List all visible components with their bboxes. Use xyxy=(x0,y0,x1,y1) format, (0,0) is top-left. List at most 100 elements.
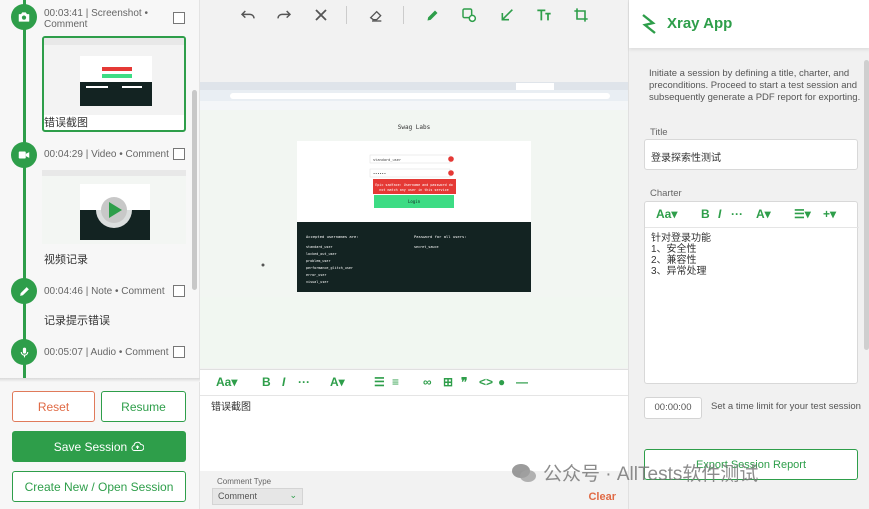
timeline-scrollbar[interactable] xyxy=(192,90,197,290)
wechat-icon xyxy=(511,462,537,484)
list-icon[interactable]: ☰▾ xyxy=(794,207,811,221)
screenshot-image: Swag Labs standard_user •••••• Epic sadface… xyxy=(200,82,628,297)
screenshot-password: •••••• xyxy=(373,172,386,176)
italic-icon[interactable]: I xyxy=(282,375,285,389)
screenshot-password-title: Password for all users: xyxy=(414,234,467,239)
screenshot-username-item: visual_user xyxy=(306,280,328,284)
screenshot-password-value: secret_sauce xyxy=(414,245,439,249)
camera-icon xyxy=(11,4,37,30)
screenshot-error: Epic sadface: Username and password do xyxy=(375,183,453,187)
title-input[interactable]: 登录探索性测试 xyxy=(644,139,858,170)
save-session-label: Save Session xyxy=(53,439,128,454)
numbered-list-icon[interactable]: ≡ xyxy=(392,375,399,389)
bold-icon[interactable]: B xyxy=(262,375,271,389)
charter-line: 3、异常处理 xyxy=(651,266,707,277)
video-thumbnail[interactable] xyxy=(42,170,186,244)
comment-editor-toolbar: Aa▾ B I ··· A▾ ☰ ≡ ∞ ⊞ ❞ <> ● — xyxy=(200,370,628,396)
title-label: Title xyxy=(650,127,668,138)
timeline-item-label: 视频记录 xyxy=(44,254,88,266)
timeline-item-checkbox[interactable] xyxy=(173,285,185,297)
screenshot-error: not match any user in this service xyxy=(379,188,448,192)
comment-type-select[interactable]: Comment ⌄ xyxy=(212,488,303,505)
session-description: Initiate a session by defining a title, … xyxy=(649,68,861,103)
screenshot-username: standard_user xyxy=(373,158,402,162)
bullet-list-icon[interactable]: ☰ xyxy=(374,375,385,389)
close-icon[interactable] xyxy=(311,5,331,25)
insert-icon[interactable]: +▾ xyxy=(823,207,836,221)
charter-line: 2、兼容性 xyxy=(651,255,697,266)
italic-icon[interactable]: I xyxy=(718,207,721,221)
timeline-item-label: 记录提示错误 xyxy=(44,315,110,327)
arrow-icon[interactable] xyxy=(497,5,517,25)
screenshot-username-item: problem_user xyxy=(306,259,331,263)
pencil-icon xyxy=(11,278,37,304)
charter-line: 针对登录功能 xyxy=(651,233,711,244)
screenshot-username-item: locked_out_user xyxy=(306,252,337,256)
toolbar-divider xyxy=(403,6,404,24)
eraser-icon[interactable] xyxy=(366,5,386,25)
app-title: Xray App xyxy=(667,15,733,32)
open-session-button[interactable]: Create New / Open Session xyxy=(12,471,186,502)
charter-toolbar: Aa▾ B I ··· A▾ ☰▾ +▾ xyxy=(645,202,859,228)
screenshot-login: Login xyxy=(408,199,421,204)
table-icon[interactable]: ⊞ xyxy=(443,375,453,389)
chevron-down-icon: ⌄ xyxy=(289,490,297,500)
xray-app-panel: Xray App Initiate a session by defining … xyxy=(628,0,869,509)
timeline-item-checkbox[interactable] xyxy=(173,346,185,358)
watermark-text: 公众号 · AllTests软件测试 xyxy=(543,464,759,485)
toolbar-divider xyxy=(346,6,347,24)
screenshot-username-item: error_user xyxy=(306,273,326,277)
annotation-workspace: Swag Labs standard_user •••••• Epic sadface… xyxy=(200,0,628,509)
save-session-button[interactable]: Save Session xyxy=(12,431,186,462)
undo-icon[interactable] xyxy=(238,5,258,25)
time-limit-input[interactable]: 00:00:00 xyxy=(644,397,702,419)
annotation-toolbar xyxy=(200,0,628,30)
timeline-item-label: 错误截图 xyxy=(44,117,88,129)
shape-icon[interactable] xyxy=(459,5,479,25)
panel-scrollbar[interactable] xyxy=(864,60,869,350)
pen-icon[interactable] xyxy=(422,5,442,25)
code-icon[interactable]: <> xyxy=(479,375,493,389)
font-color-icon[interactable]: A▾ xyxy=(756,207,771,221)
bold-icon[interactable]: B xyxy=(701,207,710,221)
font-size-icon[interactable]: Aa▾ xyxy=(656,207,677,221)
more-icon[interactable]: ··· xyxy=(298,375,310,389)
crop-icon[interactable] xyxy=(571,5,591,25)
timeline-item-meta: 00:05:07 | Audio • Comment xyxy=(44,347,169,358)
app-header: Xray App xyxy=(629,0,869,48)
clear-button[interactable]: Clear xyxy=(588,491,616,503)
divider xyxy=(0,378,200,382)
info-icon[interactable]: ● xyxy=(498,375,505,389)
time-limit-hint: Set a time limit for your test session xyxy=(711,401,861,412)
reset-button[interactable]: Reset xyxy=(12,391,95,422)
comment-type-value: Comment xyxy=(218,491,258,501)
quote-icon[interactable]: ❞ xyxy=(461,375,467,389)
comment-type-label: Comment Type xyxy=(217,477,272,486)
timeline-item-meta: 00:04:29 | Video • Comment xyxy=(44,149,169,160)
screenshot-accepted-title: Accepted usernames are: xyxy=(306,234,359,239)
cloud-upload-icon xyxy=(131,441,145,452)
app-root: 00:03:41 | Screenshot • Comment 错误截图 00:… xyxy=(0,0,869,509)
text-icon[interactable] xyxy=(534,5,554,25)
timeline-item-checkbox[interactable] xyxy=(173,12,185,24)
timeline-item-meta-2: Comment xyxy=(44,19,88,30)
resume-button[interactable]: Resume xyxy=(101,391,186,422)
xray-logo-icon xyxy=(642,14,656,34)
mic-icon xyxy=(11,339,37,365)
timeline-line xyxy=(23,0,26,378)
link-icon[interactable]: ∞ xyxy=(423,375,432,389)
comment-text[interactable]: 错误截图 xyxy=(211,398,251,413)
font-size-icon[interactable]: Aa▾ xyxy=(216,375,237,389)
timeline: 00:03:41 | Screenshot • Comment 错误截图 00:… xyxy=(0,0,200,378)
divider-icon[interactable]: — xyxy=(516,375,528,389)
screenshot-username-item: performance_glitch_user xyxy=(306,266,353,270)
session-timeline-panel: 00:03:41 | Screenshot • Comment 错误截图 00:… xyxy=(0,0,200,509)
font-color-icon[interactable]: A▾ xyxy=(330,375,345,389)
watermark: 公众号 · AllTests软件测试 xyxy=(511,459,758,486)
timeline-item-checkbox[interactable] xyxy=(173,148,185,160)
charter-label: Charter xyxy=(650,188,682,199)
redo-icon[interactable] xyxy=(274,5,294,25)
charter-content: 针对登录功能 1、安全性 2、兼容性 3、异常处理 xyxy=(651,233,711,277)
charter-editor[interactable]: Aa▾ B I ··· A▾ ☰▾ +▾ 针对登录功能 1、安全性 2、兼容性 … xyxy=(644,201,859,384)
more-icon[interactable]: ··· xyxy=(731,207,743,221)
